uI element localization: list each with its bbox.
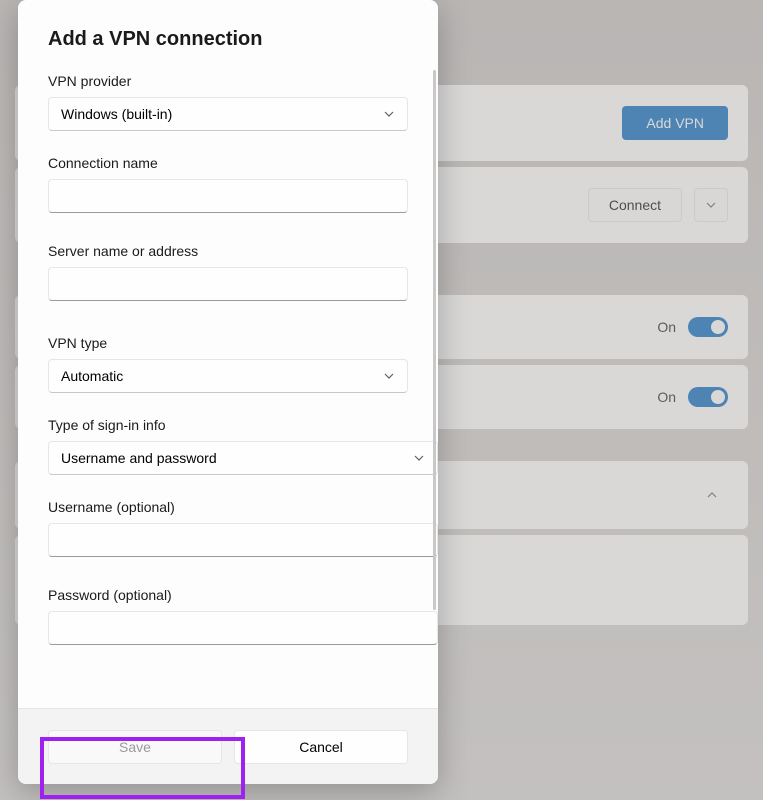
add-vpn-dialog: Add a VPN connection VPN provider Window… xyxy=(18,0,438,784)
expand-button[interactable] xyxy=(694,188,728,222)
connection-name-input[interactable] xyxy=(48,179,408,213)
chevron-down-icon xyxy=(705,199,717,211)
signin-type-value: Username and password xyxy=(61,450,217,466)
connect-button[interactable]: Connect xyxy=(588,188,682,222)
signin-type-label: Type of sign-in info xyxy=(48,417,408,433)
chevron-up-icon xyxy=(706,489,718,501)
dialog-title: Add a VPN connection xyxy=(48,28,408,51)
signin-type-select[interactable]: Username and password xyxy=(48,441,438,475)
save-button[interactable]: Save xyxy=(48,730,222,764)
chevron-down-icon xyxy=(383,108,395,120)
add-vpn-button[interactable]: Add VPN xyxy=(622,106,728,140)
vpn-provider-label: VPN provider xyxy=(48,73,408,89)
vpn-type-select[interactable]: Automatic xyxy=(48,359,408,393)
connection-name-label: Connection name xyxy=(48,155,408,171)
username-label: Username (optional) xyxy=(48,499,408,515)
vpn-provider-select[interactable]: Windows (built-in) xyxy=(48,97,408,131)
toggle-switch-1[interactable] xyxy=(688,317,728,337)
scrollbar[interactable] xyxy=(433,70,436,610)
vpn-type-value: Automatic xyxy=(61,368,123,384)
chevron-down-icon xyxy=(413,452,425,464)
cancel-button[interactable]: Cancel xyxy=(234,730,408,764)
password-input[interactable] xyxy=(48,611,438,645)
toggle-label: On xyxy=(657,319,676,335)
password-label: Password (optional) xyxy=(48,587,408,603)
vpn-type-label: VPN type xyxy=(48,335,408,351)
chevron-down-icon xyxy=(383,370,395,382)
vpn-provider-value: Windows (built-in) xyxy=(61,106,172,122)
server-address-input[interactable] xyxy=(48,267,408,301)
collapse-chevron[interactable] xyxy=(696,479,728,511)
toggle-label: On xyxy=(657,389,676,405)
username-input[interactable] xyxy=(48,523,438,557)
server-address-label: Server name or address xyxy=(48,243,408,259)
toggle-switch-2[interactable] xyxy=(688,387,728,407)
dialog-footer: Save Cancel xyxy=(18,708,438,784)
